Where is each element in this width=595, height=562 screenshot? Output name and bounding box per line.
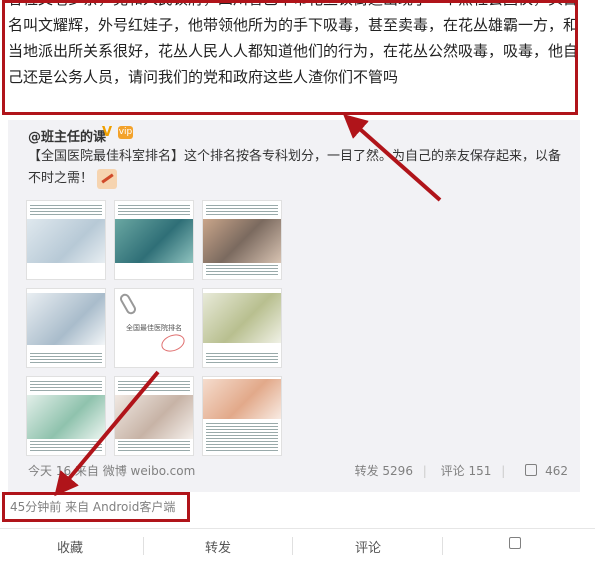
thumbnail-text-lines [118, 203, 190, 217]
highlight-box-post-text [2, 0, 578, 115]
weibo-post: 各位父老乡亲，党和人民镇府，四川省巴中市花丛镇街道出现了一个黑社会团伙，头目名叫… [0, 0, 595, 562]
repost-author-name[interactable]: @班主任的课 [28, 126, 106, 145]
image-thumbnail[interactable] [114, 200, 194, 280]
repost-source[interactable]: 来自 微博 weibo.com [75, 464, 195, 478]
thumbnail-text-lines [206, 421, 278, 453]
comment-button[interactable]: 评论 [298, 537, 438, 556]
emoji-icon [97, 168, 118, 189]
action-divider [292, 537, 293, 555]
thumbnail-photo [27, 293, 105, 345]
post-source[interactable]: 来自 Android客户端 [65, 500, 175, 514]
like-button[interactable]: 462 [519, 464, 568, 478]
repost-footer: 今天 16 来自 微博 weibo.com 转发 5296 | 评论 151 |… [28, 462, 568, 480]
thumbnail-text-lines [206, 263, 278, 277]
thumbnail-text-lines [30, 439, 102, 453]
thumbnail-text-lines [30, 203, 102, 217]
image-thumbnail[interactable] [202, 288, 282, 368]
paperclip-icon [118, 291, 138, 317]
thumbnail-text-lines [30, 379, 102, 393]
image-thumbnail[interactable]: 全国最佳医院排名 [114, 288, 194, 368]
action-divider [143, 537, 144, 555]
vip-badge-icon: vip [118, 126, 133, 139]
image-grid: 全国最佳医院排名 [26, 200, 286, 456]
stamp-icon [158, 331, 188, 355]
image-thumbnail[interactable] [202, 376, 282, 456]
verified-icon: V [102, 125, 113, 140]
thumbnail-photo [203, 293, 281, 343]
thumbnail-text-lines [206, 351, 278, 365]
repost-card[interactable]: @班主任的课 V vip 【全国医院最佳科室排名】这个排名按各专科划分，一目了然… [8, 120, 580, 492]
action-bar: 收藏 转发 评论 [0, 528, 595, 562]
thumbnail-text-lines [118, 379, 190, 393]
thumbnail-photo [203, 219, 281, 263]
image-thumbnail[interactable] [26, 288, 106, 368]
thumbnail-photo [115, 219, 193, 263]
image-thumbnail[interactable] [114, 376, 194, 456]
stats-divider: | [501, 464, 506, 478]
image-thumbnail[interactable] [26, 376, 106, 456]
thumbs-up-icon [525, 464, 538, 476]
image-thumbnail[interactable] [202, 200, 282, 280]
repost-time[interactable]: 今天 1 [28, 464, 63, 478]
repost-text: 【全国医院最佳科室排名】这个排名按各专科划分，一目了然。为自己的亲友保存起来，以… [28, 146, 568, 190]
thumbnail-text-lines [118, 439, 190, 453]
thumbnail-photo [27, 395, 105, 439]
repost-time-source: 今天 16 来自 微博 weibo.com [28, 462, 195, 479]
thumbnail-photo [27, 219, 105, 263]
thumbnail-text-lines [30, 351, 102, 365]
thumbnail-photo [203, 379, 281, 419]
repost-button[interactable]: 转发 [148, 537, 288, 556]
stats-divider: | [422, 464, 427, 478]
like-action-button[interactable] [446, 537, 586, 552]
post-meta: 45分钟前 来自 Android客户端 [10, 498, 175, 515]
thumbs-up-icon [509, 537, 521, 549]
image-center-label: 全国最佳医院排名 [126, 324, 182, 332]
thumbnail-photo [115, 395, 193, 439]
action-divider [442, 537, 443, 555]
comment-count-link[interactable]: 评论 151 [441, 464, 492, 478]
image-thumbnail[interactable] [26, 200, 106, 280]
repost-count-link[interactable]: 转发 5296 [355, 464, 413, 478]
repost-time-suffix: 6 [63, 464, 72, 478]
thumbnail-text-lines [206, 203, 278, 217]
like-count: 462 [545, 464, 568, 478]
post-time[interactable]: 45分钟前 [10, 500, 61, 514]
repost-stats: 转发 5296 | 评论 151 | 462 [349, 462, 568, 479]
favorite-button[interactable]: 收藏 [0, 537, 140, 556]
